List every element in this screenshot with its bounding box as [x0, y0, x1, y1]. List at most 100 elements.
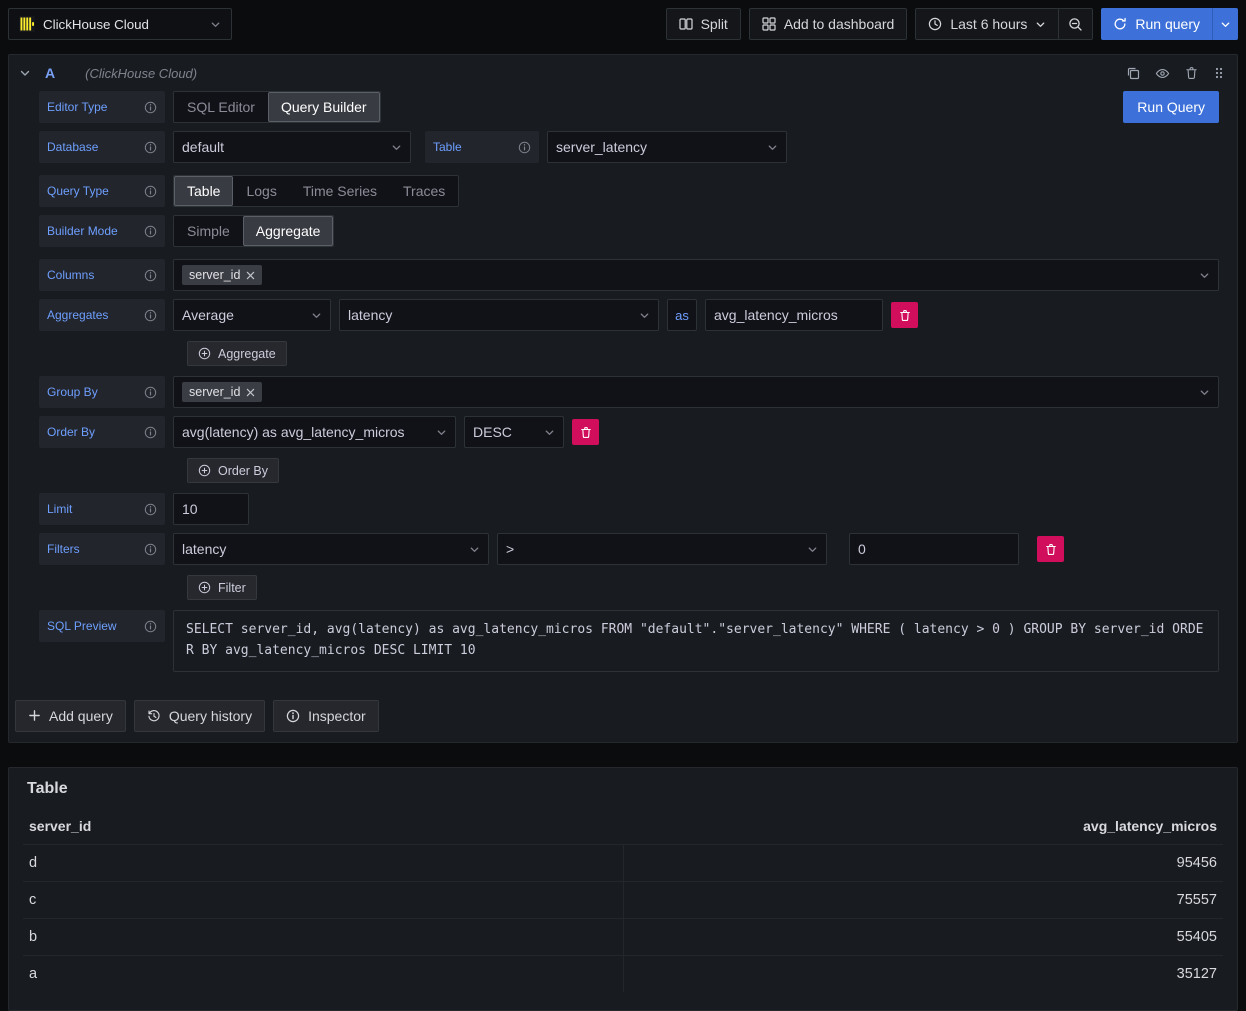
query-editor-panel: A (ClickHouse Cloud) Editor Type SQL Edi… [8, 54, 1238, 743]
limit-row: Limit [39, 493, 1219, 525]
chevron-down-icon [1035, 19, 1046, 30]
run-query-editor-button[interactable]: Run Query [1123, 91, 1219, 123]
database-select[interactable]: default [173, 131, 411, 163]
selected-group-by-tag: server_id [182, 382, 262, 402]
plus-circle-icon [198, 347, 211, 360]
time-range-label: Last 6 hours [950, 16, 1027, 32]
query-builder-option[interactable]: Query Builder [268, 92, 380, 122]
remove-query-button[interactable] [1185, 66, 1198, 80]
datasource-picker[interactable]: ClickHouse Cloud [8, 8, 232, 40]
clock-icon [928, 17, 942, 31]
zoom-out-button[interactable] [1059, 8, 1093, 40]
table-cell: 35127 [623, 955, 1223, 992]
remove-tag-icon[interactable] [246, 388, 255, 397]
time-controls: Last 6 hours [915, 8, 1093, 40]
remove-aggregate-button[interactable] [891, 302, 918, 328]
limit-input[interactable] [173, 493, 249, 525]
query-type-time-series-option[interactable]: Time Series [290, 176, 390, 206]
chevron-down-icon [391, 142, 402, 153]
query-editor-footer: Add query Query history Inspector [9, 680, 1237, 742]
builder-mode-aggregate-option[interactable]: Aggregate [243, 216, 334, 246]
order-by-field-select[interactable]: avg(latency) as avg_latency_micros [173, 416, 456, 448]
time-range-picker[interactable]: Last 6 hours [915, 8, 1059, 40]
limit-label: Limit [39, 493, 165, 525]
trash-icon [1185, 66, 1198, 80]
info-icon [144, 101, 157, 114]
chevron-down-icon [19, 67, 31, 79]
add-aggregate-button[interactable]: Aggregate [187, 341, 287, 366]
builder-mode-simple-option[interactable]: Simple [174, 216, 243, 246]
table-cell: b [23, 918, 623, 955]
aggregate-alias-input[interactable] [705, 299, 883, 331]
query-history-button[interactable]: Query history [134, 700, 265, 732]
filter-value-input[interactable] [849, 533, 1019, 565]
filter-field-select[interactable]: latency [173, 533, 489, 565]
inspector-button[interactable]: Inspector [273, 700, 379, 732]
aggregate-function-select[interactable]: Average [173, 299, 331, 331]
filters-row: Filters latency > [39, 533, 1219, 565]
run-query-button[interactable]: Run query [1101, 8, 1212, 40]
collapse-query-button[interactable] [19, 67, 31, 79]
table-cell: 55405 [623, 918, 1223, 955]
columns-select[interactable]: server_id [173, 259, 1219, 291]
add-to-dashboard-label: Add to dashboard [784, 16, 895, 32]
copy-icon [1126, 66, 1140, 80]
column-header-server-id[interactable]: server_id [23, 810, 623, 844]
remove-tag-icon[interactable] [246, 271, 255, 280]
chevron-down-icon [767, 142, 778, 153]
query-type-traces-option[interactable]: Traces [390, 176, 458, 206]
chevron-down-icon [1199, 387, 1210, 398]
add-order-by-row: Order By [39, 458, 1219, 483]
table-cell: 75557 [623, 881, 1223, 918]
remove-filter-button[interactable] [1037, 536, 1064, 562]
split-button[interactable]: Split [666, 8, 741, 40]
query-type-logs-option[interactable]: Logs [233, 176, 289, 206]
order-direction-select[interactable]: DESC [464, 416, 564, 448]
table-cell: a [23, 955, 623, 992]
run-query-dropdown-button[interactable] [1212, 8, 1238, 40]
add-query-button[interactable]: Add query [15, 700, 126, 732]
plus-icon [28, 709, 41, 722]
add-order-by-button[interactable]: Order By [187, 458, 279, 483]
table-label: Table [425, 131, 539, 163]
order-by-label: Order By [39, 416, 165, 448]
toggle-visibility-button[interactable] [1155, 66, 1170, 81]
info-icon [518, 141, 531, 154]
results-table: server_id avg_latency_micros d 95456 c 7… [23, 810, 1223, 992]
aggregate-column-select[interactable]: latency [339, 299, 659, 331]
group-by-row: Group By server_id [39, 376, 1219, 408]
chevron-down-icon [1199, 270, 1210, 281]
info-icon [144, 543, 157, 556]
info-icon [144, 386, 157, 399]
group-by-select[interactable]: server_id [173, 376, 1219, 408]
query-type-toggle: Table Logs Time Series Traces [173, 175, 459, 207]
column-header-avg-latency[interactable]: avg_latency_micros [623, 810, 1223, 844]
zoom-out-icon [1068, 17, 1083, 32]
query-type-label: Query Type [39, 175, 165, 207]
clickhouse-logo-icon [19, 16, 35, 32]
add-filter-button[interactable]: Filter [187, 575, 257, 600]
add-filter-row: Filter [39, 575, 1219, 600]
chevron-down-icon [436, 427, 447, 438]
add-to-dashboard-button[interactable]: Add to dashboard [749, 8, 908, 40]
order-by-row: Order By avg(latency) as avg_latency_mic… [39, 416, 1219, 448]
table-panel: Table server_id avg_latency_micros d 954… [8, 767, 1238, 1011]
editor-type-label: Editor Type [39, 91, 165, 123]
toolbar-actions: Split Add to dashboard Last 6 hours Run … [666, 8, 1238, 40]
datasource-name: ClickHouse Cloud [43, 17, 149, 32]
query-type-table-option[interactable]: Table [174, 176, 233, 206]
drag-handle[interactable] [1213, 66, 1225, 80]
remove-order-by-button[interactable] [572, 419, 599, 445]
query-ref-id[interactable]: A [45, 65, 55, 81]
editor-type-toggle: SQL Editor Query Builder [173, 91, 381, 123]
info-icon [144, 269, 157, 282]
filter-operator-select[interactable]: > [497, 533, 827, 565]
panel-title: Table [27, 780, 1223, 798]
duplicate-query-button[interactable] [1126, 66, 1140, 80]
query-header: A (ClickHouse Cloud) [9, 55, 1237, 89]
add-aggregate-row: Aggregate [39, 341, 1219, 366]
table-select[interactable]: server_latency [547, 131, 787, 163]
trash-icon [580, 426, 592, 439]
sql-editor-option[interactable]: SQL Editor [174, 92, 268, 122]
plus-circle-icon [198, 464, 211, 477]
